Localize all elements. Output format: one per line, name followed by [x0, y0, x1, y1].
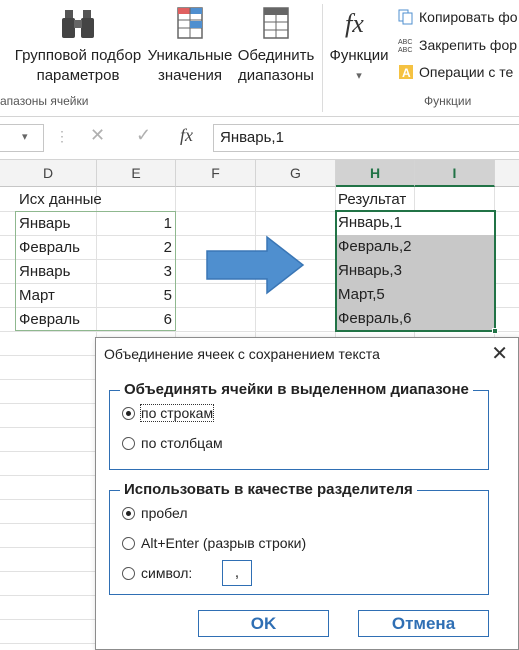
merge-direction-title: Объединять ячейки в выделенном диапазоне: [120, 381, 473, 398]
radio-dot-icon: [122, 567, 135, 580]
functions-dropdown-icon: ▾: [356, 70, 362, 82]
merge-ranges-icon: [263, 7, 289, 39]
merge-ranges-label-1: Обединить: [237, 47, 315, 64]
column-header-j[interactable]: [495, 160, 519, 187]
source-name-cell[interactable]: Январь: [19, 212, 95, 236]
insert-function-icon[interactable]: fx: [180, 125, 193, 146]
binoculars-icon: [62, 10, 94, 38]
column-header-d[interactable]: D: [0, 160, 97, 187]
name-box-dropdown-icon[interactable]: ▾: [22, 130, 28, 143]
radio-by-columns[interactable]: по столбцам: [122, 433, 223, 453]
copy-icon: [398, 9, 413, 25]
goal-seek-button[interactable]: Групповой подбор параметров: [8, 6, 148, 86]
fx-icon: fx: [345, 9, 364, 38]
unique-values-icon: [177, 7, 203, 39]
source-header-cell[interactable]: Исх данные: [17, 188, 175, 212]
merge-ranges-button[interactable]: Обединить диапазоны: [236, 6, 316, 86]
radio-space[interactable]: пробел: [122, 503, 188, 523]
source-name-cell[interactable]: Январь: [19, 260, 95, 284]
radio-space-label: пробел: [141, 505, 188, 521]
svg-text:ABC: ABC: [398, 39, 412, 46]
cancel-icon[interactable]: ✕: [90, 125, 105, 146]
text-operations-icon: A: [399, 65, 413, 80]
column-header-e[interactable]: E: [97, 160, 176, 187]
unique-values-label-1: Уникальные: [147, 47, 233, 64]
source-name-cell[interactable]: Февраль: [19, 236, 95, 260]
name-box[interactable]: ▾: [0, 124, 44, 152]
fill-handle[interactable]: [492, 328, 498, 334]
radio-dot-icon: [122, 537, 135, 550]
formula-input[interactable]: Январь,1: [213, 124, 519, 152]
svg-text:A: A: [402, 66, 411, 80]
source-value-cell[interactable]: 3: [97, 260, 172, 284]
merge-cells-dialog: Объединение ячеек с сохранением текста ✕…: [95, 337, 519, 650]
dialog-title: Объединение ячеек с сохранением текста: [104, 346, 380, 362]
column-header-i[interactable]: I: [415, 160, 495, 187]
pin-formulas-label: Закрепить фор: [419, 37, 518, 53]
merge-ranges-label-2: диапазоны: [238, 67, 314, 84]
ribbon-separator: [322, 4, 323, 112]
source-value-cell[interactable]: 1: [97, 212, 172, 236]
separator-title: Использовать в качестве разделителя: [120, 481, 417, 498]
goal-seek-label-2: параметров: [36, 67, 120, 84]
radio-symbol-label: символ:: [141, 565, 193, 581]
text-operations-item[interactable]: A Операции с те: [398, 62, 513, 82]
abc-icon: ABCABC: [398, 39, 412, 53]
drag-dots-icon: ⋮: [55, 128, 69, 144]
functions-label: Функции: [329, 47, 389, 64]
ranges-group-label: апазоны ячейки: [0, 94, 89, 108]
formula-bar: ▾ ⋮ ✕ ✓ fx Январь,1: [0, 117, 519, 160]
ok-button[interactable]: OK: [198, 610, 329, 637]
radio-by-rows[interactable]: по строкам: [122, 403, 215, 423]
source-value-cell[interactable]: 2: [97, 236, 172, 260]
radio-by-rows-label: по строкам: [139, 404, 215, 422]
source-name-cell[interactable]: Февраль: [19, 308, 95, 332]
symbol-input[interactable]: ,: [222, 560, 252, 586]
merge-direction-group: Объединять ячейки в выделенном диапазоне…: [109, 381, 489, 470]
radio-by-columns-label: по столбцам: [141, 435, 223, 451]
copy-formulas-label: Копировать фо: [419, 9, 518, 25]
radio-alt-enter[interactable]: Alt+Enter (разрыв строки): [122, 533, 306, 553]
selection-border: [335, 210, 496, 332]
column-header-h[interactable]: H: [336, 160, 415, 187]
svg-text:ABC: ABC: [398, 47, 412, 53]
enter-icon[interactable]: ✓: [136, 125, 151, 146]
radio-alt-enter-label: Alt+Enter (разрыв строки): [141, 535, 307, 551]
unique-values-label-2: значения: [157, 67, 223, 84]
copy-formulas-item[interactable]: Копировать фо: [398, 7, 518, 27]
source-value-cell[interactable]: 6: [97, 308, 172, 332]
column-header-g[interactable]: G: [256, 160, 336, 187]
result-header-cell[interactable]: Результат: [338, 188, 494, 212]
text-operations-label: Операции с те: [419, 64, 514, 80]
functions-group-label: Функции: [424, 94, 472, 108]
radio-dot-icon: [122, 437, 135, 450]
source-name-cell[interactable]: Март: [19, 284, 95, 308]
cancel-button[interactable]: Отмена: [358, 610, 489, 637]
goal-seek-label-1: Групповой подбор: [14, 47, 142, 64]
functions-button[interactable]: fx Функции ▾: [326, 6, 392, 86]
separator-group: Использовать в качестве разделителя проб…: [109, 481, 489, 595]
radio-symbol[interactable]: символ:: [122, 563, 192, 583]
right-arrow-icon: [206, 235, 305, 295]
radio-dot-icon: [122, 507, 135, 520]
radio-dot-icon: [122, 407, 135, 420]
source-value-cell[interactable]: 5: [97, 284, 172, 308]
pin-formulas-item[interactable]: ABC ABC Закрепить фор: [398, 35, 517, 55]
column-header-f[interactable]: F: [176, 160, 256, 187]
unique-values-button[interactable]: Уникальные значения: [146, 6, 234, 86]
ribbon: Групповой подбор параметров Уникальные з…: [0, 0, 519, 117]
svg-text:fx: fx: [345, 9, 364, 38]
close-icon[interactable]: ✕: [491, 342, 508, 366]
